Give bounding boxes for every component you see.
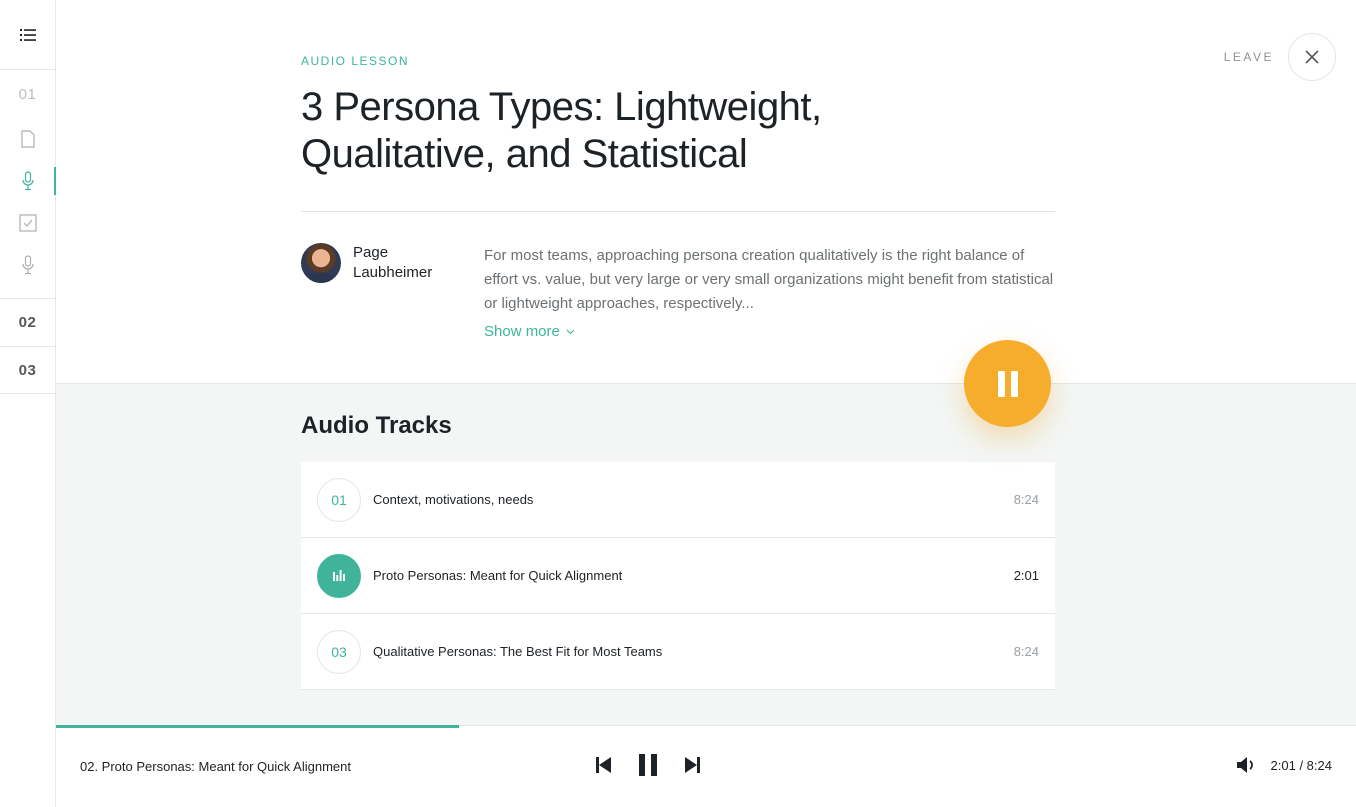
audio-player-bar: 02. Proto Personas: Meant for Quick Alig… bbox=[56, 725, 1356, 807]
lesson-sidebar: 01 02 03 bbox=[0, 0, 56, 807]
module-01-group: 01 bbox=[0, 70, 56, 298]
menu-toggle[interactable] bbox=[0, 0, 55, 70]
sidebar-item-article[interactable] bbox=[0, 118, 55, 160]
chevron-down-icon bbox=[566, 329, 575, 335]
module-02[interactable]: 02 bbox=[0, 298, 55, 346]
progress-fill bbox=[56, 725, 459, 728]
sidebar-item-audio-active[interactable] bbox=[0, 160, 56, 202]
next-track-button[interactable] bbox=[685, 757, 700, 773]
pause-icon bbox=[639, 754, 657, 776]
playback-controls bbox=[596, 754, 700, 776]
now-playing-badge bbox=[317, 553, 361, 598]
skip-back-icon bbox=[596, 757, 611, 773]
author-name: Page Laubheimer bbox=[353, 244, 433, 281]
leave-label: LEAVE bbox=[1223, 50, 1274, 64]
module-01[interactable]: 01 bbox=[0, 70, 55, 118]
volume-button[interactable] bbox=[1236, 756, 1257, 774]
track-duration: 8:24 bbox=[1013, 644, 1039, 659]
pause-button[interactable] bbox=[639, 754, 657, 776]
tracks-heading: Audio Tracks bbox=[301, 412, 452, 439]
checkbox-icon bbox=[18, 214, 37, 232]
track-duration: 8:24 bbox=[1013, 492, 1039, 507]
lesson-title: 3 Persona Types: Lightweight, Qualitativ… bbox=[301, 85, 822, 176]
track-list: 01 Context, motivations, needs 8:24 Prot… bbox=[301, 462, 1055, 690]
author-block: Page Laubheimer bbox=[301, 243, 453, 283]
lesson-description: For most teams, approaching persona crea… bbox=[484, 247, 1054, 312]
divider bbox=[301, 211, 1055, 212]
main-pause-button[interactable] bbox=[964, 340, 1051, 427]
sidebar-item-quiz[interactable] bbox=[0, 202, 55, 244]
pause-icon bbox=[997, 370, 1018, 397]
list-menu-icon bbox=[19, 28, 36, 41]
leave-control: LEAVE bbox=[1224, 33, 1336, 81]
close-icon bbox=[1305, 50, 1319, 64]
track-row-01[interactable]: 01 Context, motivations, needs 8:24 bbox=[301, 462, 1055, 538]
player-right-controls: 2:01 / 8:24 bbox=[1236, 756, 1332, 774]
track-number: 01 bbox=[317, 477, 361, 522]
track-title: Proto Personas: Meant for Quick Alignmen… bbox=[373, 568, 623, 583]
show-more-link[interactable]: Show more bbox=[484, 323, 575, 340]
now-playing-title: 02. Proto Personas: Meant for Quick Alig… bbox=[80, 759, 351, 774]
microphone-icon bbox=[21, 255, 34, 275]
playback-time: 2:01 / 8:24 bbox=[1270, 757, 1332, 773]
progress-bar[interactable] bbox=[56, 725, 1356, 728]
lesson-type-label: AUDIO LESSON bbox=[301, 54, 410, 68]
volume-icon bbox=[1236, 757, 1253, 773]
track-title: Qualitative Personas: The Best Fit for M… bbox=[373, 644, 663, 659]
track-row-02-playing[interactable]: Proto Personas: Meant for Quick Alignmen… bbox=[301, 538, 1055, 614]
sidebar-item-audio-2[interactable] bbox=[0, 244, 55, 286]
track-duration: 2:01 bbox=[1013, 568, 1039, 583]
equalizer-icon bbox=[333, 570, 345, 581]
leave-button[interactable] bbox=[1288, 33, 1336, 81]
track-title: Context, motivations, needs bbox=[373, 492, 534, 507]
module-03[interactable]: 03 bbox=[0, 346, 55, 394]
previous-track-button[interactable] bbox=[596, 757, 611, 773]
skip-forward-icon bbox=[685, 757, 700, 773]
microphone-icon bbox=[21, 171, 34, 191]
track-number: 03 bbox=[317, 629, 361, 674]
document-icon bbox=[20, 130, 35, 148]
author-avatar bbox=[301, 243, 341, 283]
track-row-03[interactable]: 03 Qualitative Personas: The Best Fit fo… bbox=[301, 614, 1055, 690]
show-more-label: Show more bbox=[484, 323, 560, 340]
